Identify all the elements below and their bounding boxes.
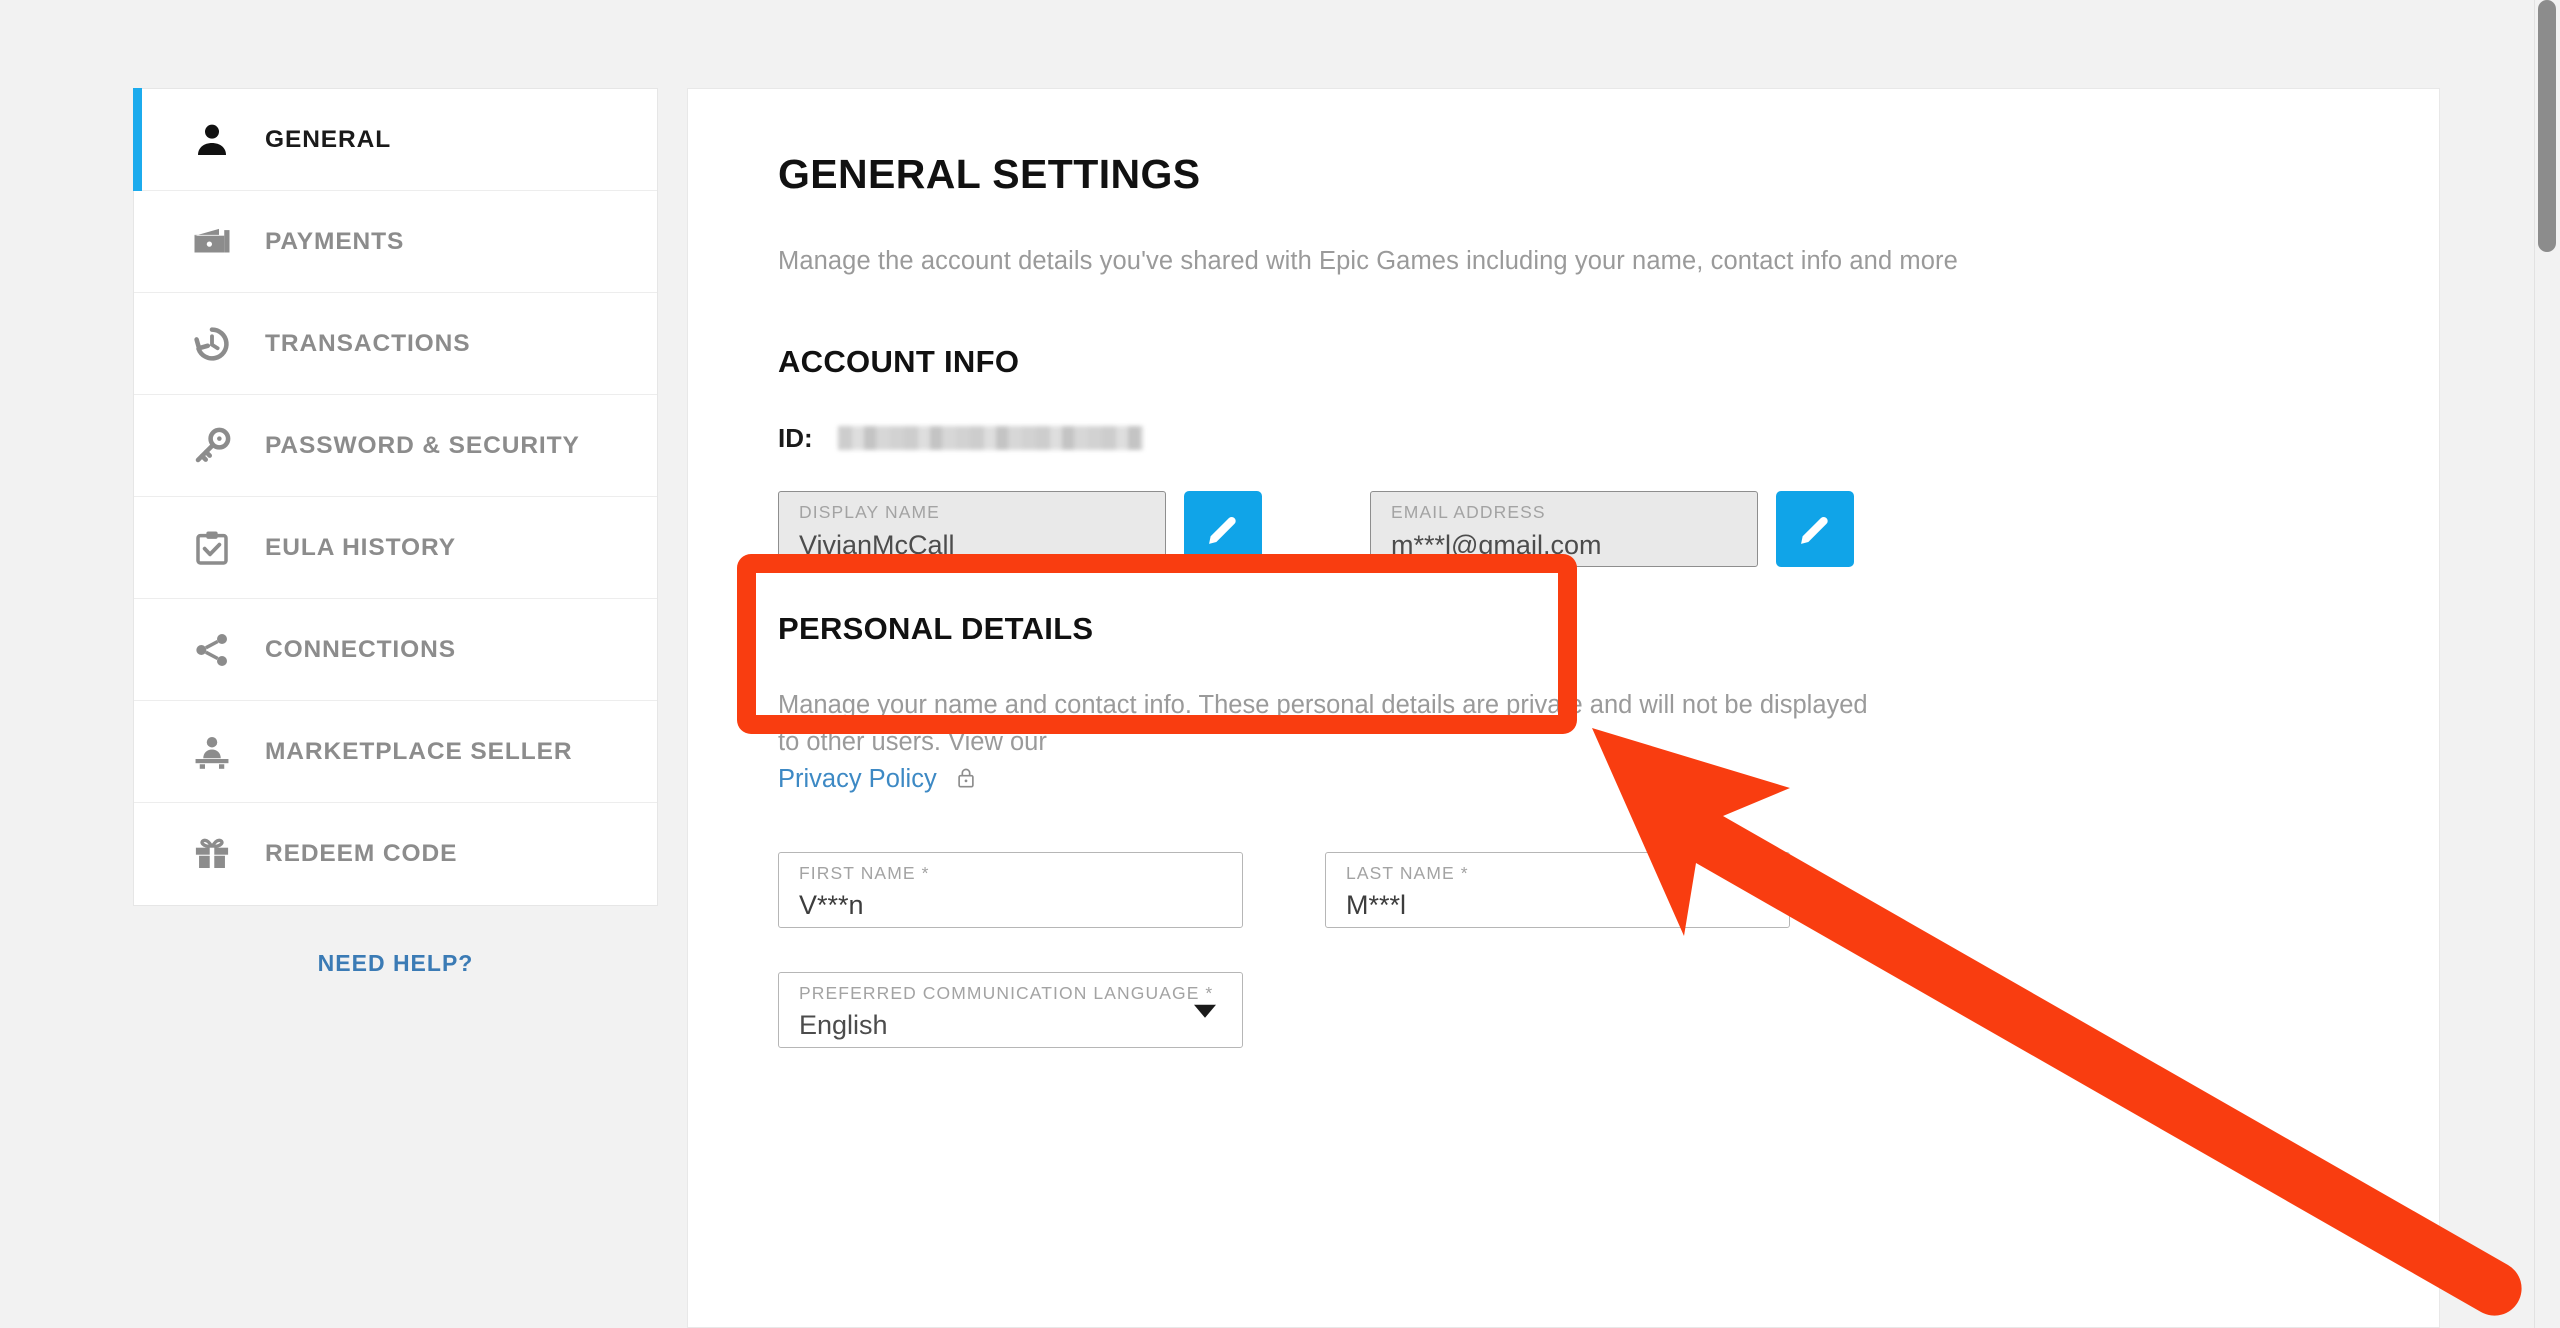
edit-email-button[interactable] [1776,491,1854,567]
page-title: GENERAL SETTINGS [778,151,1201,197]
sidebar-item-label: REDEEM CODE [265,840,458,867]
personal-details-description: Manage your name and contact info. These… [778,687,1878,802]
first-name-label: FIRST NAME * [799,862,930,883]
settings-sidebar: GENERAL PAYMENTS TRANSACTIONS PASSWORD &… [133,88,658,906]
key-icon [189,423,235,469]
email-address-value: m***l@gmail.com [1391,530,1602,559]
sidebar-item-marketplace-seller[interactable]: MARKETPLACE SELLER [134,701,657,803]
page-subtitle: Manage the account details you've shared… [778,247,1958,275]
name-fields-row: FIRST NAME * V***n LAST NAME * M***l [778,851,2439,928]
seller-icon [189,729,235,775]
need-help-link[interactable]: NEED HELP? [133,950,658,977]
display-name-group: DISPLAY NAME VivianMcCall [778,491,1262,567]
preferred-language-label: PREFERRED COMMUNICATION LANGUAGE * [799,982,1214,1003]
sidebar-item-label: PASSWORD & SECURITY [265,431,580,459]
privacy-policy-link[interactable]: Privacy Policy [778,765,937,793]
account-id-row: ID: [778,423,2439,453]
last-name-value: M***l [1346,891,1407,920]
sidebar-item-password-security[interactable]: PASSWORD & SECURITY [134,395,657,497]
language-row: PREFERRED COMMUNICATION LANGUAGE * Engli… [778,971,2439,1048]
email-address-label: EMAIL ADDRESS [1391,502,1546,522]
sidebar-item-redeem-code[interactable]: REDEEM CODE [134,803,657,905]
sidebar-item-label: GENERAL [265,125,392,153]
history-icon [189,321,235,367]
account-id-value-redacted [837,426,1143,450]
first-name-field[interactable]: FIRST NAME * V***n [778,851,1243,928]
sidebar-item-label: TRANSACTIONS [265,329,471,357]
sidebar-item-label: MARKETPLACE SELLER [265,737,573,765]
last-name-field[interactable]: LAST NAME * M***l [1325,851,1790,928]
sidebar-item-eula-history[interactable]: EULA HISTORY [134,497,657,599]
sidebar-item-connections[interactable]: CONNECTIONS [134,599,657,701]
email-group: EMAIL ADDRESS m***l@gmail.com [1370,491,1854,567]
display-name-field[interactable]: DISPLAY NAME VivianMcCall [778,491,1166,567]
settings-page: GENERAL PAYMENTS TRANSACTIONS PASSWORD &… [0,0,2560,1328]
sidebar-item-transactions[interactable]: TRANSACTIONS [134,293,657,395]
preferred-language-value: English [799,1011,888,1040]
email-address-field[interactable]: EMAIL ADDRESS m***l@gmail.com [1370,491,1758,567]
sidebar-item-label: CONNECTIONS [265,635,456,663]
account-id-label: ID: [778,422,813,453]
display-name-value: VivianMcCall [799,530,955,559]
person-icon [189,117,235,163]
personal-details-description-text: Manage your name and contact info. These… [778,691,1868,757]
first-name-value: V***n [799,891,864,920]
sidebar-item-payments[interactable]: PAYMENTS [134,191,657,293]
page-scrollbar-thumb[interactable] [2538,0,2556,252]
lock-icon [955,764,977,801]
section-account-info-title: ACCOUNT INFO [778,344,1020,379]
wallet-icon [189,219,235,265]
pencil-icon [1204,510,1242,548]
edit-display-name-button[interactable] [1184,491,1262,567]
share-icon [189,627,235,673]
sidebar-item-label: PAYMENTS [265,227,405,255]
sidebar-item-label: EULA HISTORY [265,533,456,561]
preferred-language-select[interactable]: PREFERRED COMMUNICATION LANGUAGE * Engli… [778,971,1243,1048]
display-name-label: DISPLAY NAME [799,502,940,522]
section-personal-details-title: PERSONAL DETAILS [778,611,1094,646]
sidebar-item-general[interactable]: GENERAL [133,88,657,191]
account-fields-row: DISPLAY NAME VivianMcCall EMAIL ADDRESS [778,491,2439,567]
gift-icon [189,831,235,877]
chevron-down-icon[interactable] [1194,1004,1216,1018]
pencil-icon [1796,510,1834,548]
last-name-label: LAST NAME * [1346,862,1469,883]
general-settings-panel: GENERAL SETTINGS Manage the account deta… [687,88,2440,1328]
clipboard-check-icon [189,525,235,571]
